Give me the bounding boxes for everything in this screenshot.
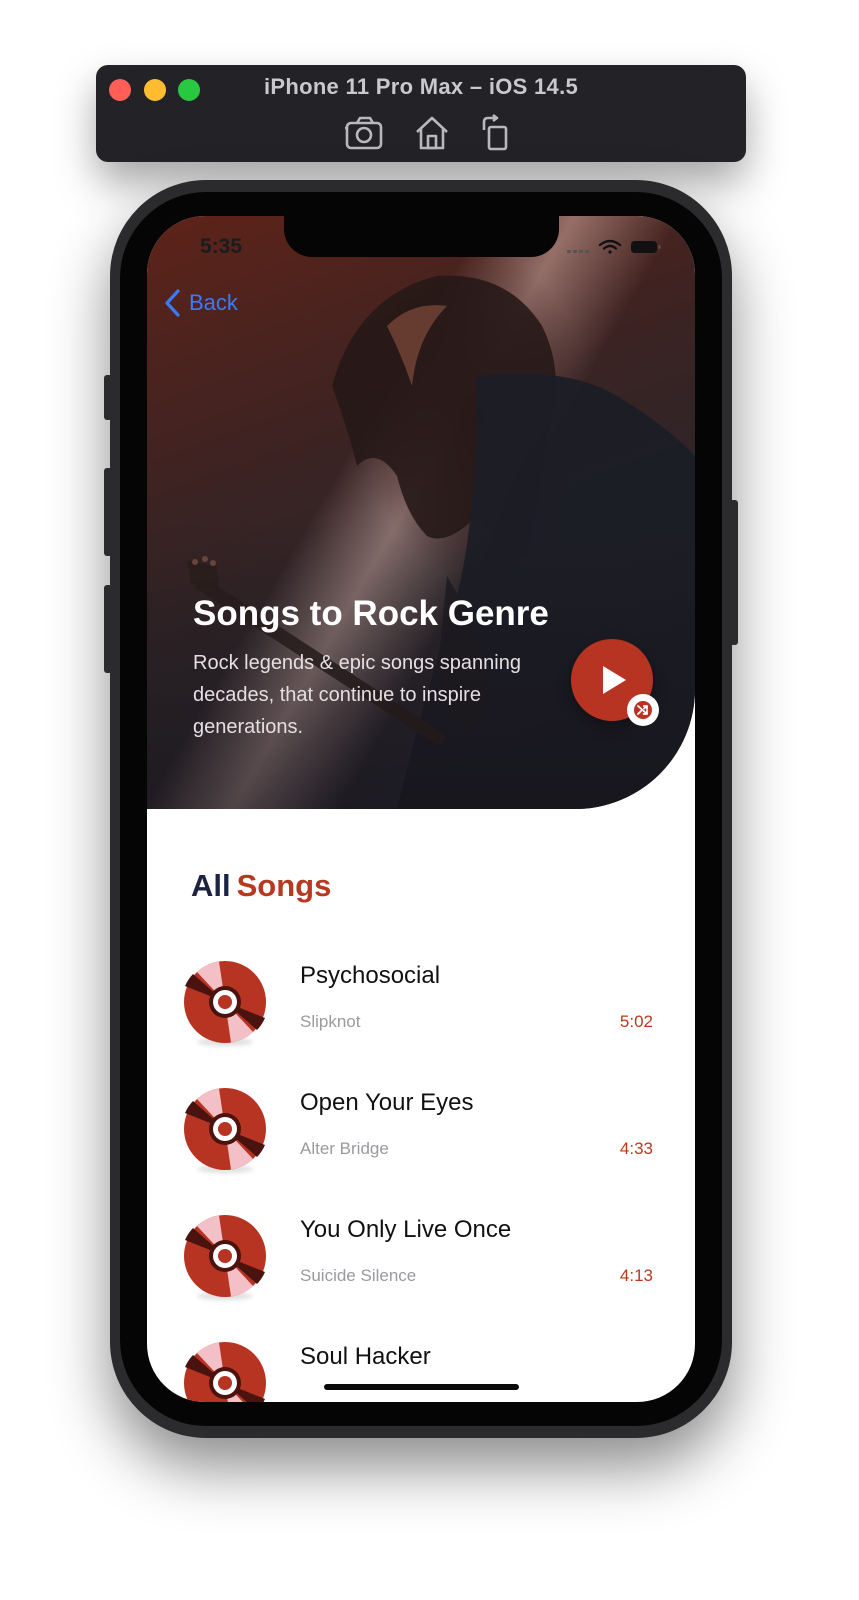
song-duration: 4:13 — [619, 1266, 653, 1285]
song-row[interactable]: Open Your Eyes Alter Bridge 4:33 — [183, 1079, 663, 1189]
vinyl-disc-icon — [184, 1215, 266, 1297]
volume-down-button — [104, 585, 112, 673]
song-title: You Only Live Once — [300, 1216, 512, 1243]
home-icon[interactable] — [412, 114, 452, 152]
cellular-icon — [567, 250, 589, 253]
song-duration: 4:33 — [619, 1139, 653, 1158]
song-row[interactable]: You Only Live Once Suicide Silence 4:13 — [183, 1206, 663, 1316]
genre-title: Songs to Rock Genre — [193, 594, 549, 633]
section-title-all: All — [191, 868, 231, 903]
status-icons — [567, 238, 667, 261]
song-row[interactable]: Soul Hacker — [183, 1333, 663, 1402]
wifi-icon — [598, 239, 622, 254]
shuffle-button[interactable] — [627, 694, 659, 726]
shuffle-icon — [634, 701, 652, 719]
songs-section-title: All Songs — [191, 868, 331, 904]
status-time: 5:35 — [200, 235, 243, 258]
home-indicator[interactable] — [324, 1384, 519, 1390]
vinyl-disc-icon — [184, 1088, 266, 1170]
song-title: Soul Hacker — [300, 1343, 431, 1370]
song-artist: Slipknot — [300, 1012, 361, 1031]
power-button — [730, 500, 738, 645]
mute-switch — [104, 375, 112, 420]
song-title: Open Your Eyes — [300, 1089, 474, 1116]
vinyl-disc-icon — [184, 1342, 266, 1402]
simulator-title: iPhone 11 Pro Max – iOS 14.5 — [263, 74, 579, 99]
back-button[interactable]: Back — [163, 289, 238, 317]
song-artist: Suicide Silence — [300, 1266, 417, 1285]
play-icon — [603, 666, 626, 694]
song-artist: Alter Bridge — [300, 1139, 389, 1158]
rotate-icon[interactable] — [476, 113, 516, 152]
vinyl-disc-icon — [184, 961, 266, 1043]
simulator-stage: iPhone 11 Pro Max – iOS 14.5 Back Songs … — [0, 0, 859, 1600]
chevron-left-icon — [165, 289, 180, 317]
battery-icon — [631, 241, 661, 253]
song-title: Psychosocial — [300, 962, 441, 989]
section-title-songs: Songs — [236, 868, 332, 903]
genre-description: Rock legends & epic songs spanning decad… — [193, 652, 521, 738]
volume-up-button — [104, 468, 112, 556]
phone-screen: Back Songs to Rock Genre Rock legends & … — [147, 216, 695, 1402]
back-label: Back — [189, 290, 238, 315]
song-row[interactable]: Psychosocial Slipknot 5:02 — [183, 952, 663, 1062]
notch — [284, 216, 559, 257]
song-duration: 5:02 — [619, 1012, 653, 1031]
screenshot-icon[interactable] — [344, 114, 384, 152]
hero-banner: Back Songs to Rock Genre Rock legends & … — [147, 216, 695, 809]
